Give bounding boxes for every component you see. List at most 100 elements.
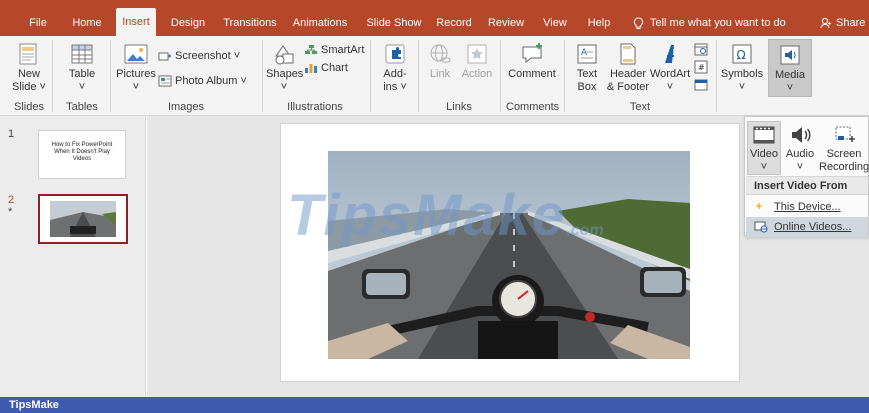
slide-thumbnail-1[interactable]: How to Fix PowerPoint When It Doesn't Pl… xyxy=(38,130,126,179)
comment-button[interactable]: Comment xyxy=(506,42,558,81)
tab-insert[interactable]: Insert xyxy=(116,8,156,36)
media-button[interactable]: Media ˅ xyxy=(768,39,812,97)
chevron-down-icon: ˅ xyxy=(796,161,804,173)
picture-icon xyxy=(124,44,148,64)
slide-thumbnail-title: How to Fix PowerPoint When It Doesn't Pl… xyxy=(51,142,113,162)
tab-view[interactable]: View xyxy=(538,10,572,36)
tab-file[interactable]: File xyxy=(22,10,54,36)
slide-number: 1 xyxy=(8,128,15,140)
symbols-button[interactable]: Ω Symbols ˅ xyxy=(720,42,764,94)
header-footer-button[interactable]: Header & Footer xyxy=(606,42,650,94)
tab-design[interactable]: Design xyxy=(166,10,210,36)
tell-me-label: Tell me what you want to do xyxy=(650,17,786,29)
action-button[interactable]: Action xyxy=(460,42,494,81)
slide-thumbnail-2[interactable] xyxy=(38,194,128,244)
chevron-down-icon: ˅ xyxy=(760,161,768,173)
tell-me-search[interactable]: Tell me what you want to do xyxy=(633,10,786,36)
add-ins-label-2: ins ˅ xyxy=(383,81,407,93)
link-button[interactable]: Link xyxy=(424,42,456,81)
text-box-button[interactable]: A Text Box xyxy=(572,42,602,94)
video-label: Video xyxy=(750,148,778,160)
wordart-icon xyxy=(665,45,674,63)
comment-icon xyxy=(522,43,542,64)
tab-help[interactable]: Help xyxy=(584,10,614,36)
chevron-down-icon: ˅ xyxy=(738,81,746,93)
tab-review[interactable]: Review xyxy=(484,10,528,36)
photo-album-button[interactable]: Photo Album ˅ xyxy=(158,73,247,89)
tab-animations[interactable]: Animations xyxy=(286,10,354,36)
add-ins-icon xyxy=(385,44,405,64)
table-button[interactable]: Table ˅ xyxy=(62,42,102,94)
group-label-tables: Tables xyxy=(66,101,98,113)
add-ins-button[interactable]: Add- ins ˅ xyxy=(378,42,412,94)
text-box-label: Text xyxy=(576,68,598,80)
lightbulb-icon xyxy=(633,17,644,29)
shapes-label: Shapes xyxy=(266,68,304,80)
insert-ribbon: New Slide ˅ Slides Table ˅ Tables Pictur… xyxy=(0,36,869,116)
group-separator xyxy=(110,40,111,112)
tab-record[interactable]: Record xyxy=(434,10,474,36)
status-bar-label: TipsMake xyxy=(9,399,59,411)
chevron-down-icon: ˅ xyxy=(280,81,288,93)
group-label-illustrations: Illustrations xyxy=(287,101,343,113)
chevron-down-icon: ˅ xyxy=(786,82,794,94)
tab-transitions[interactable]: Transitions xyxy=(220,10,280,36)
thumbnail-road-image xyxy=(40,196,126,242)
link-label: Link xyxy=(429,68,451,80)
menu-item-this-device[interactable]: This Device... xyxy=(746,197,868,217)
add-ins-label: Add- xyxy=(383,68,407,80)
screenshot-button[interactable]: Screenshot ˅ xyxy=(158,48,240,64)
sparkle-icon xyxy=(755,202,763,210)
share-button[interactable]: Share xyxy=(820,10,865,36)
text-box-icon: A xyxy=(577,44,597,64)
chart-button[interactable]: Chart xyxy=(304,60,348,76)
new-slide-button[interactable]: New Slide ˅ xyxy=(12,42,46,94)
group-label-links: Links xyxy=(446,101,472,113)
new-slide-icon xyxy=(19,43,37,65)
table-icon xyxy=(71,44,93,64)
symbols-label: Symbols xyxy=(720,68,764,80)
new-slide-label: New xyxy=(17,68,40,80)
shapes-button[interactable]: Shapes ˅ xyxy=(266,42,304,94)
new-slide-label-2: Slide ˅ xyxy=(12,81,46,93)
shapes-icon xyxy=(275,45,294,65)
media-label: Media xyxy=(775,69,805,81)
audio-button[interactable]: Audio ˅ xyxy=(783,121,817,174)
chevron-down-icon: ˅ xyxy=(78,81,86,93)
group-separator xyxy=(52,40,53,112)
screen-recording-button[interactable]: Screen Recording xyxy=(819,121,869,174)
person-icon xyxy=(820,17,831,29)
pictures-button[interactable]: Pictures ˅ xyxy=(116,42,156,94)
wordart-button[interactable]: WordArt ˅ xyxy=(650,42,690,94)
smartart-button[interactable]: SmartArt xyxy=(304,42,364,58)
smartart-label: SmartArt xyxy=(321,44,365,56)
slide-number: 2 xyxy=(8,194,15,206)
menu-item-online-videos[interactable]: Online Videos... xyxy=(746,217,868,237)
group-label-comments: Comments xyxy=(506,101,560,113)
slide-number-icon[interactable]: # xyxy=(694,60,708,74)
header-footer-label: Header xyxy=(609,68,647,80)
group-separator xyxy=(716,40,717,112)
pictures-label: Pictures xyxy=(116,68,156,80)
screenshot-icon xyxy=(158,52,171,61)
video-button[interactable]: Video ˅ xyxy=(747,121,781,175)
slide-thumbnail-pane: 1 How to Fix PowerPoint When It Doesn't … xyxy=(0,116,146,397)
object-icon[interactable] xyxy=(694,78,708,92)
group-separator xyxy=(500,40,501,112)
current-slide[interactable]: TipsMake.com xyxy=(280,123,740,382)
chevron-down-icon: ˅ xyxy=(132,81,140,93)
speaker-icon xyxy=(780,45,800,65)
screen-recording-label-2: Recording xyxy=(819,161,869,173)
group-label-images: Images xyxy=(167,101,205,113)
tab-home[interactable]: Home xyxy=(66,10,108,36)
group-separator xyxy=(564,40,565,112)
svg-text:A: A xyxy=(581,48,588,58)
screen-recording-label: Screen xyxy=(826,148,862,160)
online-video-icon xyxy=(754,221,768,233)
speaker-icon xyxy=(792,127,811,143)
media-dropdown: Video ˅ Audio ˅ Screen Recording Insert … xyxy=(744,116,869,237)
group-label-slides: Slides xyxy=(14,101,44,113)
watermark: TipsMake.com xyxy=(287,182,604,249)
tab-slide-show[interactable]: Slide Show xyxy=(362,10,426,36)
date-time-icon[interactable] xyxy=(694,42,708,56)
